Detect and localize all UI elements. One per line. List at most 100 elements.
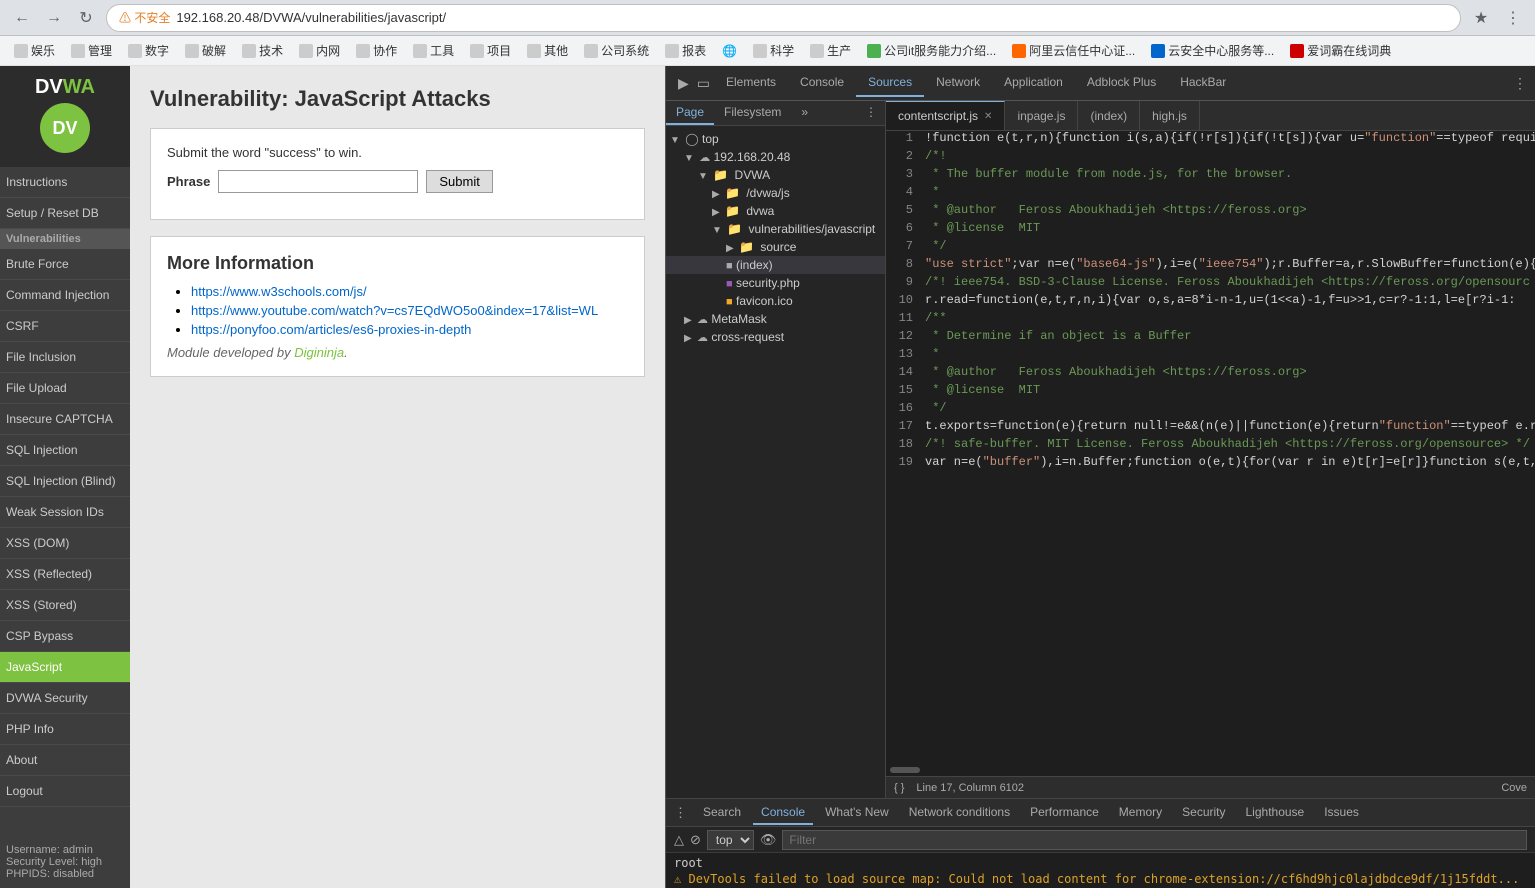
module-author-link[interactable]: Digininja	[294, 345, 344, 360]
file-tab-index[interactable]: (index)	[1078, 101, 1140, 130]
tab-hackbar[interactable]: HackBar	[1168, 69, 1238, 97]
sources-menu-icon[interactable]: ⋮	[857, 101, 885, 125]
sidebar-item-captcha[interactable]: Insecure CAPTCHA	[0, 404, 130, 435]
sidebar-item-xss-reflected[interactable]: XSS (Reflected)	[0, 559, 130, 590]
sidebar-item-file-upload[interactable]: File Upload	[0, 373, 130, 404]
tab-sources[interactable]: Sources	[856, 69, 924, 97]
bookmark-globe[interactable]: 🌐	[716, 42, 743, 60]
bookmark-guanli[interactable]: 管理	[65, 40, 118, 61]
console-tab-whatsnew[interactable]: What's New	[817, 801, 897, 825]
bookmark-gongju[interactable]: 工具	[407, 40, 460, 61]
sidebar-item-javascript[interactable]: JavaScript	[0, 652, 130, 683]
sidebar-item-about[interactable]: About	[0, 745, 130, 776]
top-selector[interactable]: top	[707, 830, 754, 850]
bookmark-kexue[interactable]: 科学	[747, 40, 800, 61]
sidebar-item-sqli[interactable]: SQL Injection	[0, 435, 130, 466]
tab-filesystem[interactable]: Filesystem	[714, 101, 791, 125]
sidebar-item-xss-dom[interactable]: XSS (DOM)	[0, 528, 130, 559]
tree-host[interactable]: ▼ ☁ 192.168.20.48	[666, 148, 885, 166]
devtools-more-icon[interactable]: ⋮	[1513, 75, 1527, 92]
bookmark-pojie[interactable]: 破解	[179, 40, 232, 61]
reload-button[interactable]: ↻	[72, 4, 100, 32]
sidebar-item-cmd-injection[interactable]: Command Injection	[0, 280, 130, 311]
sidebar-item-csp[interactable]: CSP Bypass	[0, 621, 130, 652]
console-eye-icon[interactable]: 👁	[760, 832, 777, 848]
bookmark-it[interactable]: 公司it服务能力介绍...	[861, 40, 1002, 61]
bookmark-neiwang[interactable]: 内网	[293, 40, 346, 61]
tab-application[interactable]: Application	[992, 69, 1075, 97]
console-tab-memory[interactable]: Memory	[1111, 801, 1170, 825]
tab-console[interactable]: Console	[788, 69, 856, 97]
sidebar-item-xss-stored[interactable]: XSS (Stored)	[0, 590, 130, 621]
tree-index[interactable]: ■ (index)	[666, 256, 885, 274]
bookmark-gongsi[interactable]: 公司系统	[578, 40, 655, 61]
bookmark-xiangmu[interactable]: 项目	[464, 40, 517, 61]
tree-dvwa-js[interactable]: ▶ 📁 /dvwa/js	[666, 184, 885, 202]
phrase-input[interactable]	[218, 170, 418, 193]
bookmark-jishu[interactable]: 技术	[236, 40, 289, 61]
tree-dvwa[interactable]: ▼ 📁 DVWA	[666, 166, 885, 184]
sidebar-item-session-ids[interactable]: Weak Session IDs	[0, 497, 130, 528]
sidebar-item-logout[interactable]: Logout	[0, 776, 130, 807]
file-tab-contentscript[interactable]: contentscript.js ✕	[886, 101, 1005, 130]
bookmark-baobiao[interactable]: 报表	[659, 40, 712, 61]
tab-adblock[interactable]: Adblock Plus	[1075, 69, 1168, 97]
tab-more[interactable]: »	[791, 101, 818, 125]
console-tab-search[interactable]: Search	[695, 801, 749, 825]
tree-dvwa-folder[interactable]: ▶ 📁 dvwa	[666, 202, 885, 220]
tree-vulns-js[interactable]: ▼ 📁 vulnerabilities/javascript	[666, 220, 885, 238]
tree-top[interactable]: ▼ ◯ top	[666, 130, 885, 148]
sidebar-item-sqli-blind[interactable]: SQL Injection (Blind)	[0, 466, 130, 497]
console-tab-performance[interactable]: Performance	[1022, 801, 1107, 825]
bookmark-yunaq[interactable]: 云安全中心服务等...	[1145, 40, 1280, 61]
bookmark-button[interactable]: ★	[1467, 4, 1495, 32]
bookmark-aliyun[interactable]: 阿里云信任中心证...	[1006, 40, 1141, 61]
devtools-device-icon[interactable]: ▭	[693, 71, 714, 96]
console-tab-security[interactable]: Security	[1174, 801, 1233, 825]
tab-network[interactable]: Network	[924, 69, 992, 97]
menu-button[interactable]: ⋮	[1499, 4, 1527, 32]
console-tab-issues[interactable]: Issues	[1316, 801, 1367, 825]
link-1[interactable]: https://www.w3schools.com/js/	[191, 284, 367, 299]
horizontal-scrollbar[interactable]	[886, 764, 1535, 776]
code-editor[interactable]: 1 !function e(t,r,n){function i(s,a){if(…	[886, 131, 1535, 764]
bookmark-ciba[interactable]: 爱词霸在线词典	[1284, 40, 1397, 61]
console-tab-console[interactable]: Console	[753, 801, 813, 825]
bookmark-qita[interactable]: 其他	[521, 40, 574, 61]
format-icon[interactable]: { }	[894, 782, 904, 794]
console-clear-icon[interactable]: △	[674, 832, 684, 848]
tree-security-php[interactable]: ■ security.php	[666, 274, 885, 292]
sidebar-item-dvwa-security[interactable]: DVWA Security	[0, 683, 130, 714]
address-bar[interactable]: ⚠ 不安全 192.168.20.48/DVWA/vulnerabilities…	[106, 4, 1461, 32]
sidebar-item-setup[interactable]: Setup / Reset DB	[0, 198, 130, 229]
sidebar-item-instructions[interactable]: Instructions	[0, 167, 130, 198]
file-tab-close-contentscript[interactable]: ✕	[984, 111, 992, 122]
bookmark-hezuo[interactable]: 协作	[350, 40, 403, 61]
tree-cross-request[interactable]: ▶ ☁ cross-request	[666, 328, 885, 346]
sidebar-item-csrf[interactable]: CSRF	[0, 311, 130, 342]
console-options-icon[interactable]: ⋮	[674, 805, 687, 821]
bookmark-yule[interactable]: 娱乐	[8, 40, 61, 61]
tab-page[interactable]: Page	[666, 101, 714, 125]
file-tab-highjs[interactable]: high.js	[1140, 101, 1200, 130]
tree-source[interactable]: ▶ 📁 source	[666, 238, 885, 256]
submit-button[interactable]: Submit	[426, 170, 492, 193]
back-button[interactable]: ←	[8, 4, 36, 32]
forward-button[interactable]: →	[40, 4, 68, 32]
sidebar-item-file-inclusion[interactable]: File Inclusion	[0, 342, 130, 373]
file-tab-inpage[interactable]: inpage.js	[1005, 101, 1078, 130]
console-block-icon[interactable]: ⊘	[690, 832, 701, 848]
devtools-inspect-icon[interactable]: ▶	[674, 71, 693, 96]
link-2[interactable]: https://www.youtube.com/watch?v=cs7EQdWO…	[191, 303, 598, 318]
console-filter-input[interactable]	[782, 830, 1527, 850]
bookmark-shuzi[interactable]: 数字	[122, 40, 175, 61]
console-tab-network-conditions[interactable]: Network conditions	[901, 801, 1018, 825]
tree-favicon[interactable]: ■ favicon.ico	[666, 292, 885, 310]
tree-metamask[interactable]: ▶ ☁ MetaMask	[666, 310, 885, 328]
tab-elements[interactable]: Elements	[714, 69, 788, 97]
bookmark-shengchan[interactable]: 生产	[804, 40, 857, 61]
console-tab-lighthouse[interactable]: Lighthouse	[1238, 801, 1313, 825]
sidebar-item-phpinfo[interactable]: PHP Info	[0, 714, 130, 745]
link-3[interactable]: https://ponyfoo.com/articles/es6-proxies…	[191, 322, 471, 337]
sidebar-item-brute[interactable]: Brute Force	[0, 249, 130, 280]
